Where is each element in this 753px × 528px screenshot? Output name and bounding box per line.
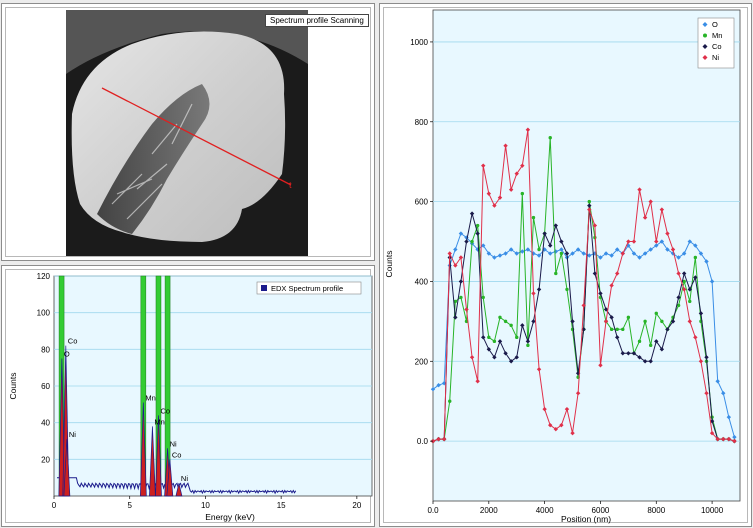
data-point xyxy=(481,295,485,300)
peak-label-co: Co xyxy=(68,337,78,346)
x-tick-label: 15 xyxy=(277,501,286,510)
y-tick-label: 100 xyxy=(37,309,51,318)
y-tick-label: 0.0 xyxy=(417,437,429,446)
data-point xyxy=(492,339,497,344)
legend-label: Ni xyxy=(712,53,719,62)
data-point xyxy=(643,319,647,324)
peak-label-ni: Ni xyxy=(170,439,177,448)
y-axis-label: Counts xyxy=(384,251,394,278)
data-point xyxy=(520,191,525,196)
data-point xyxy=(637,339,642,344)
peak-label-mn: Mn xyxy=(145,394,155,403)
data-point xyxy=(559,251,564,256)
data-point xyxy=(615,327,619,332)
data-point xyxy=(609,327,614,332)
y-tick-label: 200 xyxy=(415,357,429,366)
x-tick-label: 5 xyxy=(127,501,132,510)
line-profile-panel: 0.0 200 400 600 800 1000 0.0 2000 4000 6000 8000 10… xyxy=(379,3,752,527)
data-point xyxy=(565,287,569,292)
y-tick-label: 40 xyxy=(41,419,50,428)
y-tick-label: 400 xyxy=(415,277,429,286)
x-tick-label: 0 xyxy=(52,501,57,510)
data-point xyxy=(548,136,552,140)
data-point xyxy=(621,327,625,332)
data-point xyxy=(448,399,452,403)
x-axis-label: Energy (keV) xyxy=(205,512,255,522)
x-axis-label: Position (nm) xyxy=(561,514,611,524)
x-tick-label: 0.0 xyxy=(427,506,439,515)
y-tick-label: 800 xyxy=(415,118,429,127)
data-point xyxy=(648,343,653,348)
y-tick-label: 600 xyxy=(415,198,429,207)
legend-label: Co xyxy=(712,42,722,51)
edx-spectrum-chart: O Co Ni Mn Mn Co Ni Co Ni 20 40 60 80 100 120 0 5 10 15 20… xyxy=(8,272,373,522)
x-tick-label: 2000 xyxy=(480,506,498,515)
legend: EDX Spectrum profile xyxy=(256,281,362,295)
data-point xyxy=(498,315,502,320)
x-tick-label: 4000 xyxy=(536,506,554,515)
data-point xyxy=(537,247,541,252)
peak-label-co: Co xyxy=(160,406,170,415)
data-point xyxy=(654,311,658,316)
y-tick-label: 80 xyxy=(41,345,50,354)
data-point xyxy=(487,335,491,340)
line-profile-chart: 0.020040060080010000.0 2000 4000 6000 8000 10… xyxy=(384,9,741,524)
data-point xyxy=(459,295,463,300)
peak-label-mn: Mn xyxy=(154,417,164,426)
peak-label-ni: Ni xyxy=(69,430,76,439)
y-tick-label: 120 xyxy=(37,272,51,281)
data-point xyxy=(693,255,698,260)
x-tick-label: 8000 xyxy=(647,506,665,515)
data-point xyxy=(587,199,591,204)
data-point xyxy=(503,319,508,324)
x-tick-label: 10 xyxy=(201,501,210,510)
legend-swatch xyxy=(261,285,267,291)
legend-label: EDX Spectrum profile xyxy=(271,284,343,293)
x-tick-label: 10000 xyxy=(701,506,724,515)
data-point xyxy=(554,271,558,276)
y-tick-label: 20 xyxy=(41,455,50,464)
y-tick-label: 60 xyxy=(41,382,50,391)
data-point xyxy=(509,323,513,328)
data-point xyxy=(526,343,530,348)
peak-label-o: O xyxy=(64,350,70,359)
data-point xyxy=(688,299,692,304)
data-point xyxy=(531,215,536,220)
sem-image: t xyxy=(66,10,308,256)
peak-label-ni: Ni xyxy=(181,474,188,483)
legend-marker xyxy=(703,33,707,38)
edx-spectrum-panel: O Co Ni Mn Mn Co Ni Co Ni 20 40 60 80 100 120 0 5 10 15 20… xyxy=(1,265,375,527)
data-point xyxy=(475,223,480,228)
data-point xyxy=(660,319,664,324)
legend-label: O xyxy=(712,20,718,29)
sem-image-title: Spectrum profile Scanning xyxy=(265,14,369,27)
x-tick-label: 20 xyxy=(352,501,361,510)
y-tick-label: 1000 xyxy=(410,38,428,47)
y-axis-label: Counts xyxy=(8,373,18,400)
peak-label-co: Co xyxy=(172,450,182,459)
data-point xyxy=(470,239,474,244)
data-point xyxy=(515,335,519,340)
sem-image-panel: t Spectrum profile Scanning xyxy=(1,3,375,261)
data-point xyxy=(626,315,631,320)
legend-label: Mn xyxy=(712,31,722,40)
